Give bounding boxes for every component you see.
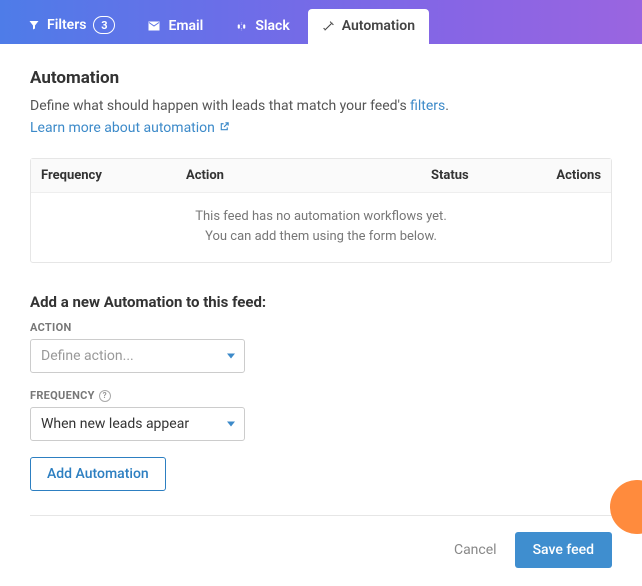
tab-filters[interactable]: Filters 3 [14, 7, 129, 44]
page-description: Define what should happen with leads tha… [30, 96, 612, 117]
page-title: Automation [30, 68, 612, 88]
email-icon [147, 20, 161, 32]
automation-table: Frequency Action Status Actions This fee… [30, 158, 612, 263]
chevron-down-icon [227, 354, 235, 359]
learn-more-link[interactable]: Learn more about automation [30, 120, 230, 136]
action-select[interactable]: Define action... [30, 339, 245, 373]
footer-actions: Cancel Save feed [30, 532, 612, 568]
tab-label: Automation [342, 18, 415, 34]
add-automation-button[interactable]: Add Automation [30, 457, 166, 491]
wand-icon [322, 20, 335, 33]
empty-state: This feed has no automation workflows ye… [31, 193, 611, 262]
tab-label: Email [168, 18, 203, 34]
help-icon[interactable]: ? [99, 390, 111, 402]
chevron-down-icon [227, 422, 235, 427]
slack-icon [235, 20, 248, 33]
table-header: Frequency Action Status Actions [31, 159, 611, 193]
tab-label: Filters [47, 17, 86, 33]
filters-link[interactable]: filters [410, 98, 445, 114]
tab-label: Slack [255, 18, 289, 34]
filter-count-badge: 3 [93, 16, 115, 34]
tab-bar: Filters 3 Email Slack Automation [0, 0, 642, 44]
filter-icon [28, 19, 40, 31]
col-frequency: Frequency [41, 168, 186, 183]
content-area: Automation Define what should happen wit… [0, 44, 642, 586]
col-actions: Actions [531, 168, 601, 183]
action-label: ACTION [30, 321, 612, 334]
col-status: Status [431, 168, 531, 183]
cancel-button[interactable]: Cancel [454, 542, 497, 558]
col-action: Action [186, 168, 431, 183]
save-feed-button[interactable]: Save feed [515, 532, 612, 568]
tab-slack[interactable]: Slack [221, 9, 303, 44]
frequency-select[interactable]: When new leads appear [30, 407, 245, 441]
frequency-label: FREQUENCY ? [30, 389, 612, 402]
tab-email[interactable]: Email [133, 9, 217, 44]
external-link-icon [219, 120, 230, 136]
add-section-title: Add a new Automation to this feed: [30, 293, 612, 311]
tab-automation[interactable]: Automation [308, 9, 429, 44]
divider [30, 515, 612, 516]
